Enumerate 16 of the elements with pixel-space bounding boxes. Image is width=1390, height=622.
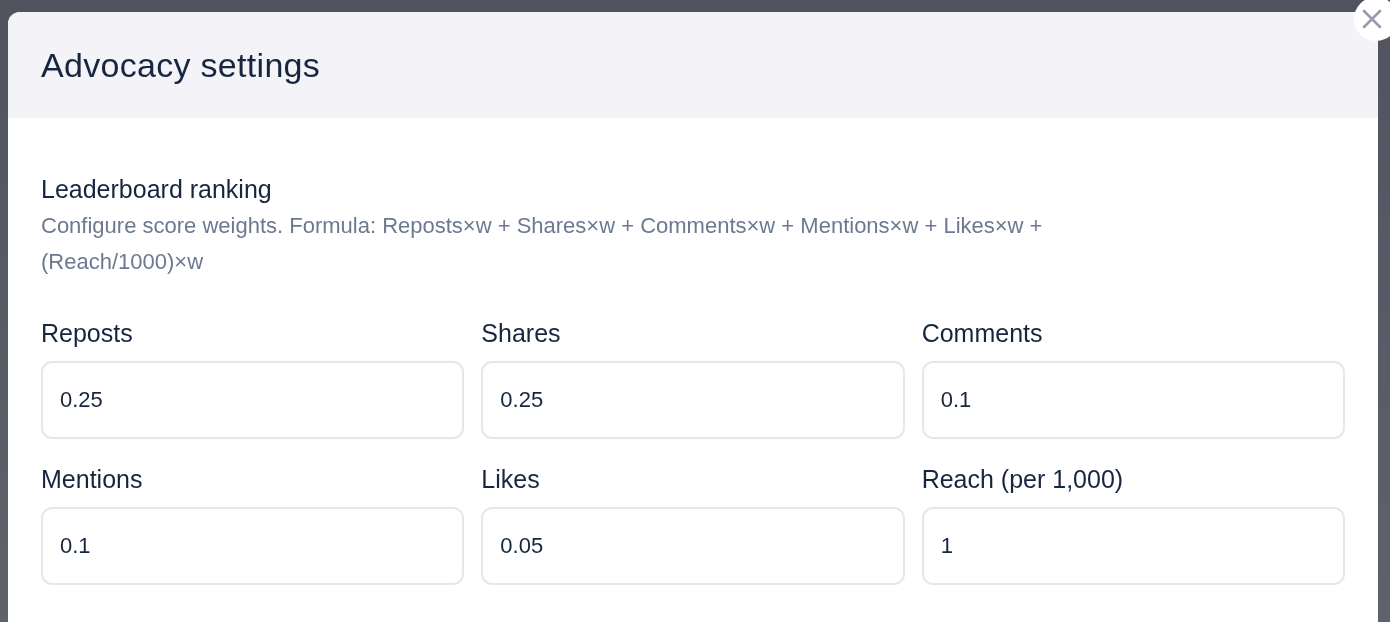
weight-input[interactable]: 1	[921, 507, 1345, 585]
field-label: Likes	[481, 464, 540, 494]
close-icon[interactable]	[1354, 0, 1390, 41]
weight-input[interactable]: 0.1	[41, 507, 465, 585]
dialog-title: Advocacy settings	[41, 45, 321, 85]
weight-input[interactable]: 0.25	[481, 361, 905, 439]
section-title: Leaderboard ranking	[41, 174, 273, 204]
section-description: Configure score weights. Formula: Reposts×w + Shares×w + Comments×w + Mentions×w + Likes×w + (Reach/1000)×w	[41, 212, 1044, 276]
weight-input[interactable]: 0.25	[41, 361, 465, 439]
weight-input[interactable]: 0.05	[481, 507, 905, 585]
field-label: Comments	[921, 318, 1043, 348]
weight-input[interactable]: 0.1	[921, 361, 1345, 439]
field-label: Reach (per 1,000)	[921, 464, 1124, 494]
field-label: Reposts	[41, 318, 133, 348]
field-label: Mentions	[41, 464, 143, 494]
field-label: Shares	[481, 318, 561, 348]
